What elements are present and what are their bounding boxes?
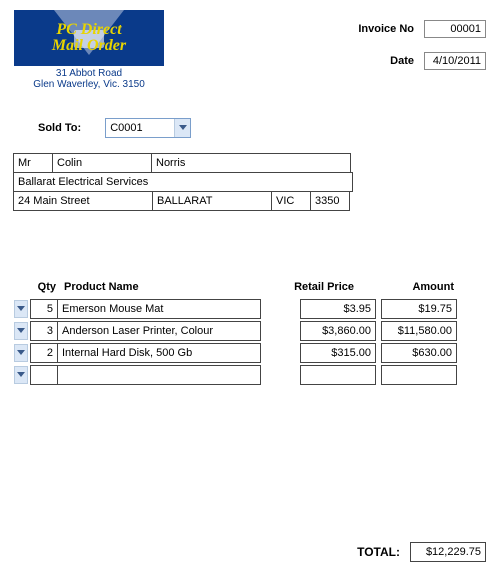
sold-to-label: Sold To: — [38, 122, 81, 134]
line-row: 2Internal Hard Disk, 500 Gb $315.00$630.0… — [14, 343, 486, 363]
total-label: TOTAL: — [357, 545, 400, 559]
retail-price-field[interactable]: $3.95 — [300, 299, 376, 319]
last-name-field[interactable]: Norris — [151, 153, 351, 173]
address-line2: Glen Waverley, Vic. 3150 — [14, 79, 164, 90]
city-field[interactable]: BALLARAT — [152, 191, 272, 211]
total-value: $12,229.75 — [410, 542, 486, 562]
total-row: TOTAL: $12,229.75 — [357, 542, 486, 562]
col-product: Product Name — [60, 281, 262, 293]
chevron-down-icon[interactable] — [174, 119, 190, 137]
qty-field[interactable]: 3 — [30, 321, 58, 341]
logo-line1: PC Direct — [56, 22, 121, 38]
qty-field[interactable] — [30, 365, 58, 385]
lines-header: Qty Product Name Retail Price Amount — [14, 281, 486, 299]
qty-field[interactable]: 5 — [30, 299, 58, 319]
invoice-no-field[interactable]: 00001 — [424, 20, 486, 38]
invoice-date-label: Date — [390, 55, 414, 67]
amount-field: $630.00 — [381, 343, 457, 363]
line-row: 3Anderson Laser Printer, Colour $3,860.00… — [14, 321, 486, 341]
product-name-field[interactable]: Internal Hard Disk, 500 Gb — [57, 343, 261, 363]
product-name-field[interactable]: Anderson Laser Printer, Colour — [57, 321, 261, 341]
qty-field[interactable]: 2 — [30, 343, 58, 363]
product-name-field[interactable] — [57, 365, 261, 385]
first-name-field[interactable]: Colin — [52, 153, 152, 173]
col-qty: Qty — [30, 281, 60, 293]
lines-block: Qty Product Name Retail Price Amount 5Em… — [14, 281, 486, 385]
company-field[interactable]: Ballarat Electrical Services — [13, 172, 353, 192]
amount-field: $19.75 — [381, 299, 457, 319]
title-field[interactable]: Mr — [13, 153, 53, 173]
col-retail: Retail Price — [262, 281, 362, 293]
customer-dropdown[interactable]: C0001 — [105, 118, 191, 138]
product-name-field[interactable]: Emerson Mouse Mat — [57, 299, 261, 319]
amount-field: $11,580.00 — [381, 321, 457, 341]
customer-code: C0001 — [110, 122, 142, 134]
address-block: Mr Colin Norris Ballarat Electrical Serv… — [14, 154, 486, 211]
row-selector-arrow-icon[interactable] — [14, 344, 28, 362]
logo-line2: Mail Order — [52, 38, 126, 54]
logo-block: PC Direct Mail Order 31 Abbot Road Glen … — [14, 10, 164, 90]
retail-price-field[interactable]: $315.00 — [300, 343, 376, 363]
header: PC Direct Mail Order 31 Abbot Road Glen … — [14, 10, 486, 90]
line-row: 5Emerson Mouse Mat $3.95$19.75 — [14, 299, 486, 319]
postcode-field[interactable]: 3350 — [310, 191, 350, 211]
retail-price-field[interactable]: $3,860.00 — [300, 321, 376, 341]
amount-field — [381, 365, 457, 385]
row-selector-arrow-icon[interactable] — [14, 322, 28, 340]
invoice-date-field[interactable]: 4/10/2011 — [424, 52, 486, 70]
state-field[interactable]: VIC — [271, 191, 311, 211]
company-address: 31 Abbot Road Glen Waverley, Vic. 3150 — [14, 68, 164, 90]
invoice-no-label: Invoice No — [358, 23, 414, 35]
address-line1: 31 Abbot Road — [14, 68, 164, 79]
col-amount: Amount — [362, 281, 454, 293]
retail-price-field[interactable] — [300, 365, 376, 385]
sold-to-row: Sold To: C0001 — [38, 118, 486, 138]
invoice-meta: Invoice No 00001 Date 4/10/2011 — [358, 20, 486, 84]
row-selector-arrow-icon[interactable] — [14, 300, 28, 318]
logo: PC Direct Mail Order — [14, 10, 164, 66]
line-row — [14, 365, 486, 385]
row-selector-arrow-icon[interactable] — [14, 366, 28, 384]
street-field[interactable]: 24 Main Street — [13, 191, 153, 211]
